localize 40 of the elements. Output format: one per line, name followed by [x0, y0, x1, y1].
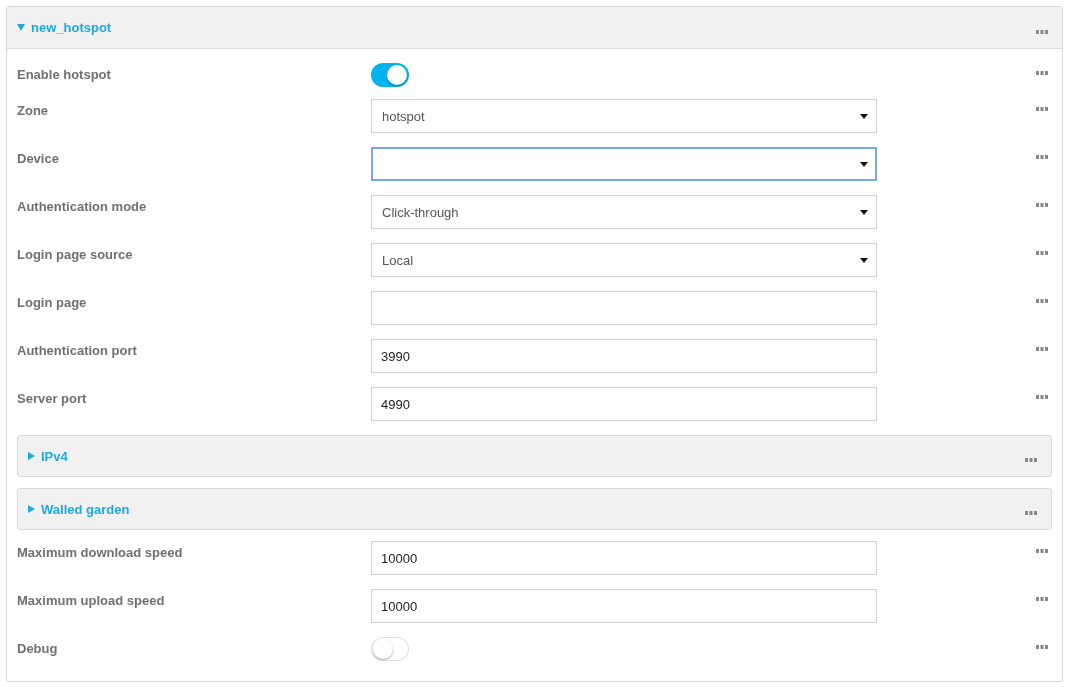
select-field[interactable]: hotspot: [371, 99, 877, 133]
more-icon[interactable]: [1036, 107, 1048, 111]
field-label: Zone: [17, 102, 50, 118]
more-icon[interactable]: [1036, 299, 1048, 303]
dropdown-caret-icon: [860, 257, 868, 263]
select-field[interactable]: Click-through: [371, 195, 877, 229]
more-icon[interactable]: [1036, 29, 1048, 34]
input-field[interactable]: [371, 291, 877, 325]
dropdown-caret-icon: [860, 113, 868, 119]
more-icon[interactable]: [1036, 347, 1048, 351]
input-field[interactable]: 10000: [371, 541, 877, 575]
field-label: Login page source: [17, 246, 134, 262]
select-field[interactable]: Local: [371, 243, 877, 277]
input-field[interactable]: 4990: [371, 387, 877, 421]
dropdown-caret-icon: [860, 161, 868, 167]
more-icon[interactable]: [1036, 71, 1048, 75]
more-icon[interactable]: [1036, 155, 1048, 159]
more-icon[interactable]: [1036, 203, 1048, 207]
field-label: Authentication mode: [17, 198, 148, 214]
toggle-switch[interactable]: [371, 637, 409, 661]
dropdown-caret-icon: [860, 209, 868, 215]
more-icon[interactable]: [1036, 597, 1048, 601]
field-label: Maximum download speed: [17, 544, 184, 560]
input-field[interactable]: 3990: [371, 339, 877, 373]
field-label: Login page: [17, 294, 88, 310]
more-icon[interactable]: [1036, 645, 1048, 649]
field-label: Debug: [17, 640, 59, 656]
input-field[interactable]: 10000: [371, 589, 877, 623]
more-icon[interactable]: [1036, 251, 1048, 255]
select-field[interactable]: [371, 147, 877, 181]
field-label: Enable hotspot: [17, 66, 112, 82]
field-label: Maximum upload speed: [17, 592, 166, 608]
field-label: Authentication port: [17, 342, 138, 358]
more-icon[interactable]: [1025, 458, 1037, 462]
field-label: Device: [17, 150, 60, 166]
more-icon[interactable]: [1025, 511, 1037, 515]
toggle-switch[interactable]: [371, 63, 409, 87]
more-icon[interactable]: [1036, 549, 1048, 553]
more-icon[interactable]: [1036, 395, 1048, 399]
field-label: Server port: [17, 390, 88, 406]
